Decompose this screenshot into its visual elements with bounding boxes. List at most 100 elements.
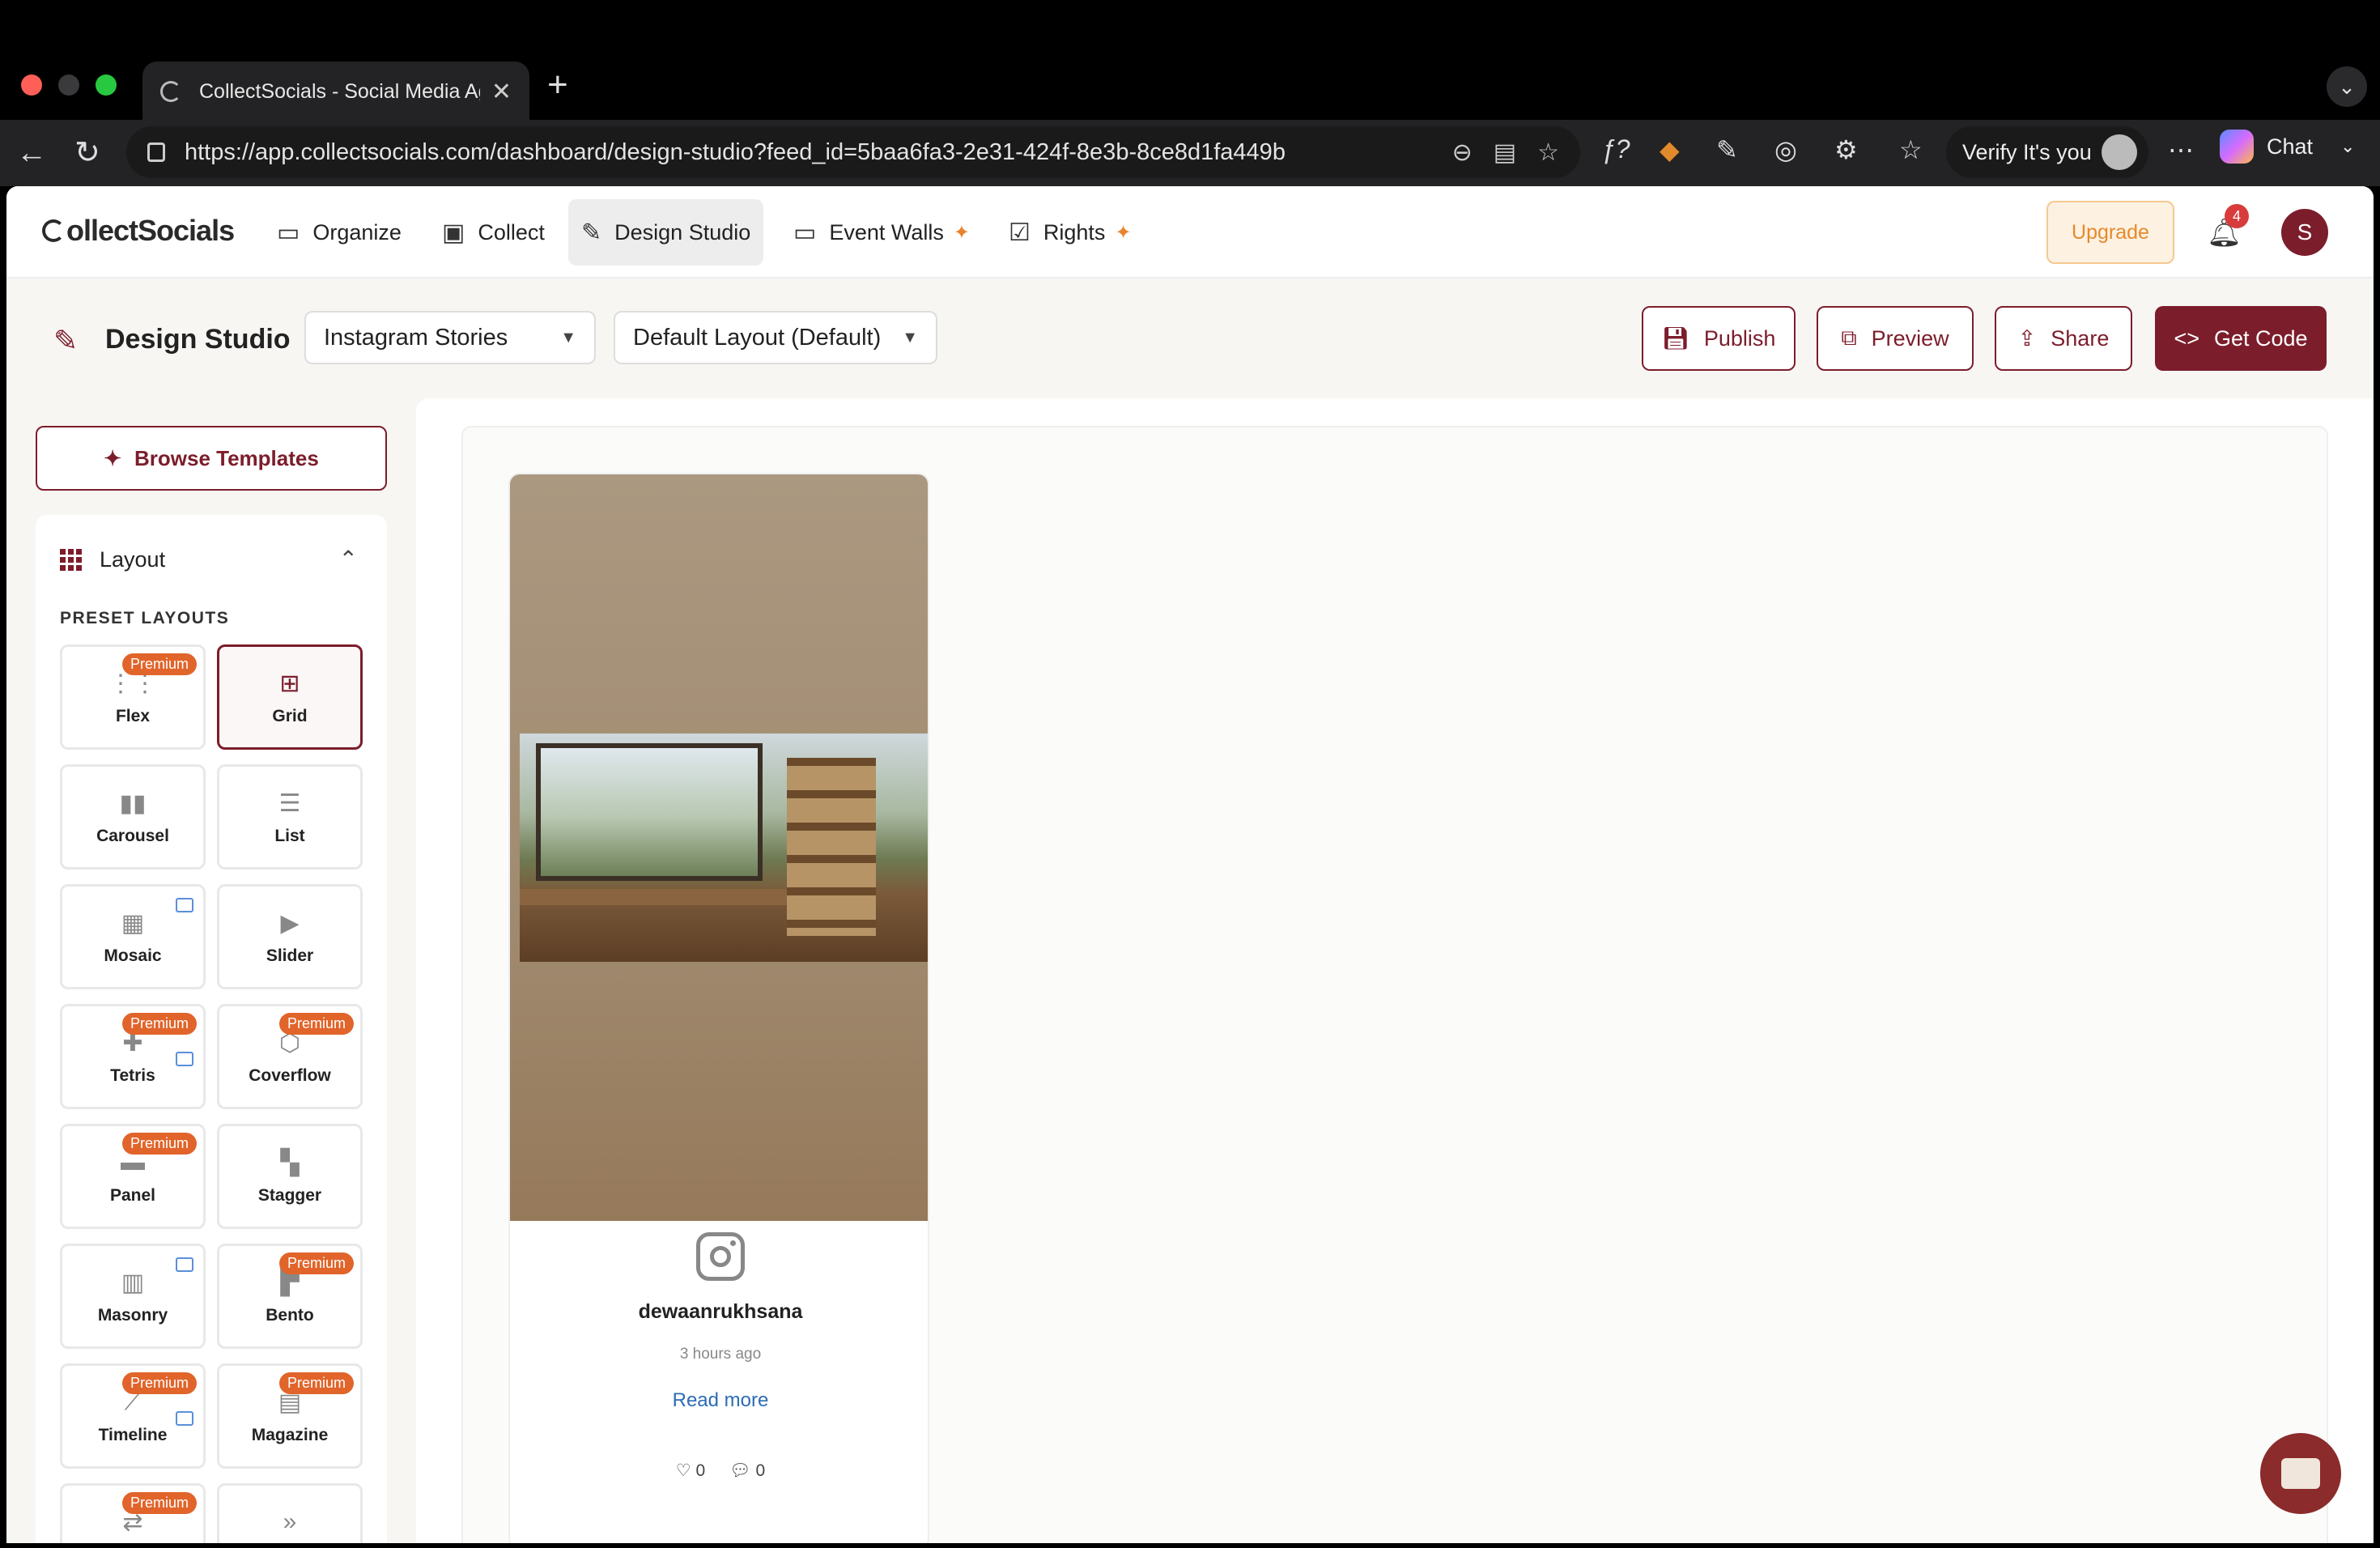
publish-button[interactable]: 💾︎ Publish [1642,306,1796,371]
read-more-link[interactable]: Read more [510,1389,928,1412]
nav-organize-label: Organize [312,219,402,245]
get-code-label: Get Code [2213,325,2308,351]
reader-icon[interactable]: ▤ [1494,138,1516,167]
slider-icon: ▶ [280,910,300,937]
premium-badge: Premium [278,1013,354,1035]
feed-select[interactable]: Instagram Stories ▼ [304,311,596,364]
chevron-down-icon[interactable]: ⌄ [2340,136,2355,157]
layout-tile-timeline[interactable]: ⟋ Timeline Premium [60,1363,206,1469]
layout-section-header[interactable]: Layout [60,547,165,572]
nav-collect[interactable]: ▣ Collect [429,199,558,266]
carousel-icon: ▮▮ [119,790,147,817]
layout-tile-tetris[interactable]: ✚ Tetris Premium [60,1004,206,1109]
image-indicator-icon [176,1411,193,1426]
browse-templates-label: Browse Templates [134,445,319,470]
layout-tile-panel[interactable]: ▬ Panel Premium [60,1124,206,1229]
logo-c-icon [42,219,65,242]
layout-tile-masonry[interactable]: ▥ Masonry [60,1244,206,1349]
browser-tab-strip: CollectSocials - Social Media Ag ✕ + ⌄ [0,0,2380,121]
get-code-button[interactable]: <> Get Code [2155,306,2327,371]
layout-tile-mosaic[interactable]: ▦ Mosaic [60,884,206,989]
likes-count: ♡ 0 [675,1461,706,1480]
post-username: dewaanrukhsana [638,1300,803,1323]
new-tab-button[interactable]: + [547,65,568,105]
layout-tile-label: Masonry [97,1306,168,1325]
user-avatar[interactable]: S [2281,209,2328,256]
share-label: Share [2051,325,2110,351]
chevron-up-icon[interactable]: ⌃ [339,546,358,572]
extension-icon[interactable]: ◆ [1660,134,1680,165]
reload-icon[interactable]: ↻ [74,133,100,173]
folder-icon: ▭ [277,219,300,246]
brand-logo[interactable]: ollectSocials [42,214,235,248]
nav-design-studio[interactable]: ✎ Design Studio [568,199,764,266]
instagram-icon [696,1232,745,1281]
desk-shape [520,889,787,905]
support-chat-button[interactable] [2260,1433,2341,1514]
eyedropper-icon[interactable]: ✎ [1716,134,1738,165]
copilot-chat-button[interactable]: Chat ⌄ [2220,130,2355,164]
upgrade-button[interactable]: Upgrade [2046,201,2174,264]
nav-event-walls[interactable]: ▭ Event Walls ✦ [780,199,983,266]
page-title: Design Studio [105,324,291,355]
minimize-window-button[interactable] [58,74,79,96]
zoom-icon[interactable]: ⊖ [1452,138,1473,167]
stagger-icon: ▚ [280,1150,300,1176]
color-extension-icon[interactable]: ◎ [1774,134,1797,165]
back-icon[interactable]: ← [16,133,47,173]
premium-badge: Premium [121,1013,197,1035]
sparkle-icon: ✦ [953,221,971,244]
loading-icon [160,81,181,102]
caret-down-icon: ▼ [560,328,576,347]
image-indicator-icon [176,898,193,912]
site-info-icon[interactable] [147,142,165,162]
close-window-button[interactable] [21,74,42,96]
layout-tile-bento[interactable]: ▛ Bento Premium [217,1244,363,1349]
layout-tile-label: Tetris [110,1066,155,1085]
nav-organize[interactable]: ▭ Organize [264,199,414,266]
layout-tile-flex[interactable]: ⋮⋮ Flex Premium [60,644,206,750]
layout-select[interactable]: Default Layout (Default) ▼ [614,311,937,364]
layout-tile-carousel[interactable]: ▮▮ Carousel [60,764,206,870]
browser-tab[interactable]: CollectSocials - Social Media Ag ✕ [142,62,529,121]
layout-tile-label: Flex [115,707,151,725]
layout-tile-label: Timeline [98,1426,168,1444]
image-indicator-icon [176,1052,193,1066]
premium-badge: Premium [278,1372,354,1394]
layout-tile-grid[interactable]: ⊞ Grid [217,644,363,750]
share-button[interactable]: ⇪ Share [1995,306,2132,371]
premium-badge: Premium [121,1492,197,1514]
layout-tile-label: Magazine [251,1426,329,1444]
tab-menu-button[interactable]: ⌄ [2327,66,2367,107]
nav-rights[interactable]: ☑ Rights ✦ [996,199,1145,266]
post-card[interactable]: dewaanrukhsana 3 hours ago Read more ♡ 0… [508,473,929,1543]
layout-tile-more-14[interactable]: ⇄ Premium [60,1483,206,1543]
more-menu-icon[interactable]: ⋯ [2168,134,2194,165]
puzzle-extensions-icon[interactable]: ⚙ [1834,134,1858,165]
preview-button[interactable]: ⧉ Preview [1817,306,1974,371]
formula-extension-icon[interactable]: ƒ? [1601,134,1630,164]
layout-tile-label: Carousel [96,827,169,845]
address-bar[interactable]: https://app.collectsocials.com/dashboard… [126,126,1580,178]
layout-tile-slider[interactable]: ▶ Slider [217,884,363,989]
chat-label: Chat [2267,134,2314,159]
layout-tile-more-15[interactable]: » [217,1483,363,1543]
layout-tile-coverflow[interactable]: ⬡ Coverflow Premium [217,1004,363,1109]
checklist-icon: ☑ [1009,219,1031,246]
feed-select-value: Instagram Stories [324,324,508,351]
layout-tile-list[interactable]: ☰ List [217,764,363,870]
layout-section-title: Layout [100,547,166,572]
close-tab-icon[interactable]: ✕ [491,78,512,106]
premium-badge: Premium [121,1133,197,1155]
layout-tile-stagger[interactable]: ▚ Stagger [217,1124,363,1229]
profile-button[interactable]: Verify It's you [1946,126,2148,178]
image-icon: ▣ [442,219,465,246]
grid-icon: ⊞ [279,670,300,697]
post-media[interactable] [510,474,928,1221]
favorites-icon[interactable]: ☆ [1899,134,1923,165]
preset-layouts-heading: PRESET LAYOUTS [60,609,230,627]
favorite-star-icon[interactable]: ☆ [1537,138,1559,167]
maximize-window-button[interactable] [96,74,117,96]
layout-tile-magazine[interactable]: ▤ Magazine Premium [217,1363,363,1469]
browse-templates-button[interactable]: ✦ Browse Templates [36,426,387,491]
